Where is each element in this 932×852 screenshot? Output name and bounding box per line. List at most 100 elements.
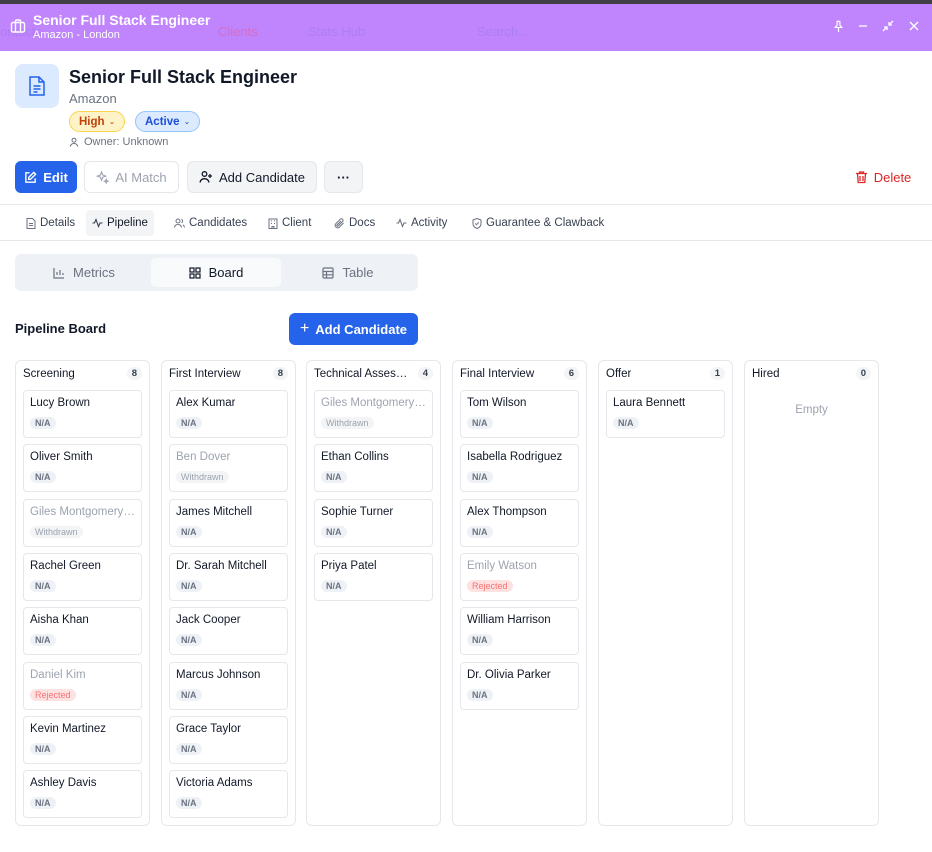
candidate-card[interactable]: Rachel Green N/A [23,552,142,601]
column-count-badge: 4 [417,367,433,380]
candidate-status-badge: N/A [321,525,347,538]
empty-column-text: Empty [795,404,828,416]
candidate-card[interactable]: Ben Dover Withdrawn [169,444,288,493]
candidate-card[interactable]: Daniel Kim Rejected [23,661,142,710]
candidate-status-badge: N/A [176,417,202,429]
tab-client[interactable]: Client [262,210,317,236]
column-header: First Interview 8 [169,367,288,382]
candidate-status-badge: N/A [321,579,347,592]
candidate-name: Grace Taylor [176,722,241,735]
pin-icon[interactable] [831,19,845,33]
users-icon [174,218,185,228]
candidate-status-badge: N/A [30,417,56,429]
tab-docs-label: Docs [349,217,376,229]
candidate-card[interactable]: Dr. Olivia Parker N/A [460,661,579,710]
owner-label: Owner: Unknown [84,136,169,148]
tab-bar: Details Pipeline Candidates Client Docs … [0,204,932,241]
view-table[interactable]: Table [283,258,413,287]
paperclip-icon [334,217,344,228]
view-table-label: Table [342,265,374,280]
tab-docs[interactable]: Docs [328,210,381,236]
pipeline-column: Final Interview 6 Tom Wilson N/A Isabella Ro… [452,360,587,826]
candidate-card[interactable]: Dr. Sarah Mitchell N/A [169,552,288,601]
chevron-down-icon: ⌄ [108,117,116,126]
tab-guarantee-clawback-label: Guarantee & Clawback [486,217,605,229]
candidate-card[interactable]: Tom Wilson N/A [460,390,579,438]
sparkles-icon [96,170,110,184]
background-nav-stats-hub: Stats Hub [308,24,366,39]
minimize-icon[interactable] [856,19,870,33]
candidate-card[interactable]: James Mitchell N/A [169,498,288,547]
candidate-name: Isabella Rodriguez [467,451,563,464]
status-dropdown[interactable]: Active ⌄ [135,111,201,132]
candidate-card[interactable]: Sophie Turner N/A [314,498,433,547]
candidate-status-badge: N/A [30,742,56,755]
candidate-card[interactable]: Laura Bennett N/A [606,390,725,438]
candidate-card[interactable]: Priya Patel N/A [314,552,433,601]
view-board[interactable]: Board [151,258,281,287]
candidate-card[interactable]: Giles Montgomery-Smith Withdrawn [23,498,142,547]
candidate-card[interactable]: Alex Kumar N/A [169,390,288,438]
candidate-card[interactable]: Victoria Adams N/A [169,770,288,819]
tab-activity[interactable]: Activity [390,210,453,236]
candidate-card[interactable]: Ashley Davis N/A [23,770,142,819]
candidate-name: Ben Dover [176,451,231,464]
column-header: Final Interview 6 [460,367,579,382]
job-title: Senior Full Stack Engineer [69,67,298,87]
edit-button[interactable]: Edit [15,161,77,193]
candidate-name: Oliver Smith [30,451,93,464]
trash-icon [855,171,867,184]
candidate-card[interactable]: Ethan Collins N/A [314,444,433,493]
candidate-status-badge: N/A [467,417,493,429]
candidate-card[interactable]: Marcus Johnson N/A [169,661,288,710]
candidate-status-badge: N/A [30,634,56,647]
tab-pipeline[interactable]: Pipeline [86,210,154,236]
close-icon[interactable] [907,19,921,33]
candidate-card[interactable]: Aisha Khan N/A [23,607,142,656]
candidate-name: Kevin Martinez [30,722,107,735]
background-nav-clients: Clients [218,24,258,39]
candidate-name: Dr. Sarah Mitchell [176,559,267,572]
grid-icon [189,266,201,279]
priority-dropdown[interactable]: High ⌄ [69,111,126,132]
candidate-card[interactable]: Alex Thompson N/A [460,498,579,547]
candidate-card[interactable]: Grace Taylor N/A [169,715,288,764]
view-metrics[interactable]: Metrics [19,258,149,287]
board-add-candidate-button[interactable]: + Add Candidate [289,313,418,345]
tab-guarantee-clawback[interactable]: Guarantee & Clawback [466,210,610,236]
edit-button-label: Edit [43,169,68,185]
plus-icon: + [299,320,310,337]
candidate-name: Sophie Turner [321,505,394,518]
candidate-card[interactable]: Isabella Rodriguez N/A [460,444,579,493]
candidate-name: Alex Kumar [176,397,236,409]
candidate-status-badge: N/A [467,525,493,538]
more-options-button[interactable]: ··· [324,161,363,193]
delete-button[interactable]: Delete [852,161,914,193]
candidate-card[interactable]: Oliver Smith N/A [23,444,142,493]
status-value: Active [145,115,180,128]
candidate-status-badge: N/A [176,579,202,592]
candidate-name: Laura Bennett [613,397,686,409]
add-candidate-button[interactable]: Add Candidate [187,161,317,193]
collapse-icon[interactable] [881,19,895,33]
activity-icon [92,218,103,228]
column-header: Hired 0 [752,367,871,382]
ai-match-button[interactable]: AI Match [84,161,179,193]
column-title: Final Interview [460,368,535,380]
candidate-card[interactable]: William Harrison N/A [460,607,579,656]
tab-candidates[interactable]: Candidates [168,210,253,236]
candidate-status-badge: N/A [30,471,56,484]
candidate-name: Tom Wilson [467,397,527,409]
activity-icon [396,218,407,228]
view-switcher: Metrics Board Table [15,254,418,291]
candidate-status-badge: N/A [321,471,347,484]
candidate-card[interactable]: Emily Watson Rejected [460,552,579,601]
window-subtitle: Amazon - London [33,29,120,41]
pipeline-column: Technical Assessment 4 Giles Montgomery-Sm… [306,360,441,826]
candidate-card[interactable]: Giles Montgomery-Smith Withdrawn [314,390,433,438]
candidate-card[interactable]: Jack Cooper N/A [169,607,288,656]
candidate-card[interactable]: Lucy Brown N/A [23,390,142,438]
tab-details[interactable]: Details [20,210,81,236]
candidate-card[interactable]: Kevin Martinez N/A [23,715,142,764]
column-title: First Interview [169,368,241,380]
